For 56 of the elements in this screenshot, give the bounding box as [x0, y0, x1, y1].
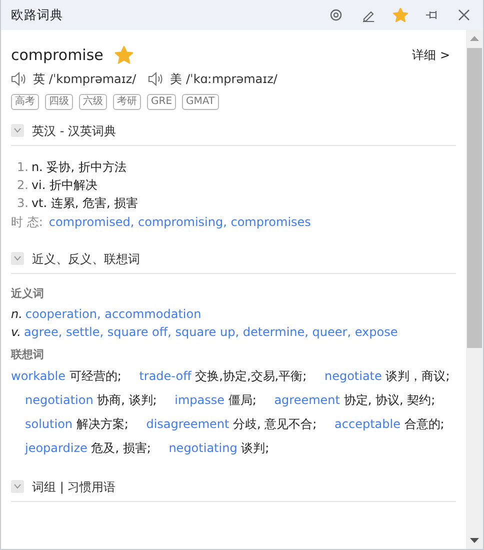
definition-text: vi. 折中解决: [31, 176, 98, 194]
headword: compromise: [11, 45, 104, 66]
part-of-speech: v.: [11, 324, 21, 341]
tense-forms-link[interactable]: compromised, compromising, compromises: [48, 212, 311, 232]
word-link[interactable]: impasse: [174, 392, 225, 406]
word-link[interactable]: disagreement: [146, 416, 230, 430]
synonyms-label: 近义词: [11, 286, 45, 302]
chevron-icon[interactable]: [14, 484, 21, 489]
word-link[interactable]: workable: [11, 368, 66, 382]
exam-tag: 高考: [11, 94, 39, 110]
exam-tag: 六级: [79, 94, 107, 110]
word-link[interactable]: trade-off: [139, 368, 192, 382]
collapse-button[interactable]: [11, 124, 24, 137]
synonym-links[interactable]: agree, settle, square off, square up, determine, queer, expose: [24, 323, 398, 341]
word-link[interactable]: negotiating: [168, 440, 238, 454]
favorite-star-icon[interactable]: [115, 46, 134, 64]
target-icon[interactable]: [330, 9, 342, 21]
definition-text: n. 妥协, 折中方法: [31, 158, 126, 176]
section-title: 近义、反义、联想词: [32, 250, 140, 268]
synonym-links[interactable]: cooperation, accommodation: [25, 305, 202, 323]
definition-number: 3.: [17, 194, 28, 212]
collapse-button[interactable]: [11, 252, 24, 265]
speaker-icon[interactable]: [11, 72, 27, 86]
part-of-speech: n.: [11, 306, 22, 323]
exam-tag: GMAT: [182, 94, 219, 110]
definition-text: vt. 连累, 危害, 损害: [31, 194, 138, 212]
definition-number: 1.: [17, 158, 28, 176]
associations-label: 联想词: [11, 347, 45, 363]
word-link[interactable]: acceptable: [334, 416, 400, 430]
definition-number: 2.: [17, 176, 28, 194]
window-title: 欧路词典: [11, 6, 63, 24]
word-link[interactable]: negotiation: [25, 392, 94, 406]
pronunciation: 英 /ˈkɒmprəmaɪz/: [33, 70, 136, 88]
pronunciation: 美 /ˈkɑːmprəmaɪz/: [170, 70, 278, 88]
word-link[interactable]: agreement: [274, 392, 340, 406]
scrollbar[interactable]: [466, 30, 483, 549]
exam-tag: 考研: [113, 94, 141, 110]
speaker-icon[interactable]: [148, 72, 164, 86]
exam-tag: GRE: [147, 94, 176, 110]
detail-link[interactable]: 详细 >: [412, 46, 450, 64]
star-icon[interactable]: [392, 8, 408, 22]
word-link[interactable]: negotiate: [324, 368, 382, 382]
close-icon[interactable]: [458, 9, 470, 21]
chevron-icon[interactable]: [14, 256, 21, 261]
associations-text: workable 可经营的; trade-off 交换,协定,交易,平衡; negotiate 谈判，商议; negotiation 协商, 谈判; impasse 僵局; agreement 协定, 协议, 契约; solution 解决方案; disagreement 分歧, 意见不合; acceptable 合意的; jeopardize 危及, 损害; negotiating 谈判;: [11, 368, 451, 456]
exam-tag: 四级: [45, 94, 73, 110]
section-title: 词组 | 习惯用语: [32, 478, 116, 496]
pin-icon[interactable]: [425, 9, 439, 21]
collapse-button[interactable]: [11, 480, 24, 493]
word-link[interactable]: jeopardize: [25, 440, 88, 454]
chevron-icon[interactable]: [14, 128, 21, 133]
scrollbar-thumb[interactable]: [467, 48, 482, 348]
tense-label: 时 态:: [11, 214, 43, 230]
edit-icon[interactable]: [362, 8, 374, 22]
word-link[interactable]: solution: [25, 416, 73, 430]
section-title: 英汉 - 汉英词典: [32, 122, 116, 140]
